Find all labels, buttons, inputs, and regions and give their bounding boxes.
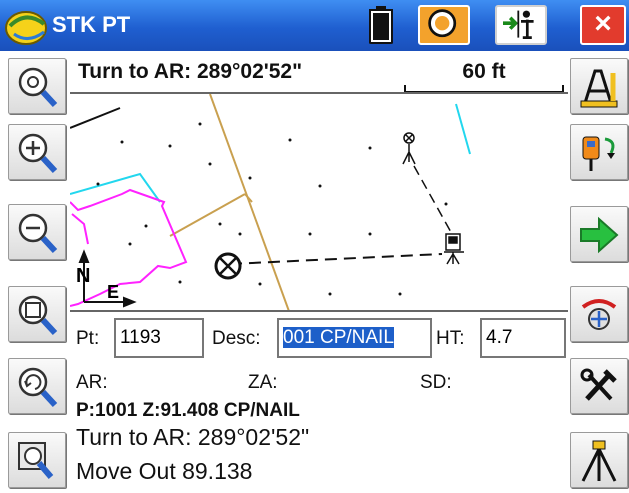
- height-input[interactable]: 4.7: [480, 318, 566, 358]
- map-drawing: [70, 94, 471, 310]
- next-arrow-icon: [580, 216, 619, 254]
- next-point-button[interactable]: [570, 206, 628, 262]
- tools-button[interactable]: [570, 358, 628, 414]
- stakeout-options-icon: [581, 299, 617, 330]
- map-canvas[interactable]: [70, 92, 568, 312]
- point-info-line: P:1001 Z:91.408 CP/NAIL: [76, 400, 300, 421]
- instrument-station-icon: [444, 233, 464, 265]
- zoom-window-icon: [18, 295, 58, 336]
- parcel-line-tan: [209, 94, 290, 310]
- zoom-settings-button[interactable]: [8, 432, 66, 488]
- turn-instruction-line: Turn to AR: 289°02'52": [76, 424, 310, 450]
- zoom-in-icon: [18, 133, 58, 174]
- stake-line: [229, 253, 443, 265]
- linework-black: [70, 107, 121, 129]
- point-number-value: 1193: [120, 327, 161, 348]
- move-instruction-line: Move Out 89.138: [76, 458, 253, 484]
- za-label: ZA:: [248, 372, 278, 393]
- stakeout-options-button[interactable]: [570, 286, 628, 342]
- battery-icon: [369, 6, 393, 44]
- gps-status-button[interactable]: [418, 5, 470, 45]
- backsight-line: [413, 165, 453, 235]
- stake-target-icon: [214, 252, 242, 280]
- height-value: 4.7: [486, 327, 513, 348]
- map-scale-label: 60 ft: [462, 60, 506, 83]
- east-label: E: [107, 282, 120, 302]
- zoom-previous-button[interactable]: [8, 358, 66, 414]
- description-value: 001 CP/NAIL: [283, 327, 394, 348]
- survey-points: [96, 122, 448, 296]
- ar-label: AR:: [76, 372, 108, 393]
- zoom-in-button[interactable]: [8, 124, 66, 180]
- boundary-cyan: [70, 172, 161, 203]
- setup-icon: [503, 10, 534, 39]
- zoom-out-button[interactable]: [8, 204, 66, 260]
- zoom-previous-icon: [18, 367, 58, 408]
- description-input[interactable]: 001 CP/NAIL: [277, 318, 432, 358]
- boundary-cyan-2: [455, 103, 471, 155]
- cad-measure-icon: [580, 69, 618, 108]
- backsight-prism-icon: [402, 132, 416, 165]
- stake-instruction-header: Turn to AR: 289°02'52": [78, 60, 303, 83]
- sd-label: SD:: [420, 372, 452, 393]
- zoom-extents-icon: [18, 67, 58, 108]
- point-label: Pt:: [76, 328, 100, 349]
- north-label: N: [76, 265, 91, 287]
- boundary-magenta: [70, 188, 188, 307]
- tripod-button[interactable]: [570, 432, 628, 488]
- close-button[interactable]: ×: [580, 5, 626, 45]
- satellite-status-icon: [428, 9, 457, 38]
- instrument-setup-icon: [582, 136, 615, 171]
- tripod-icon: [581, 440, 617, 482]
- point-number-input[interactable]: 1193: [114, 318, 204, 358]
- app-logo-icon: [5, 11, 47, 45]
- description-label: Desc:: [212, 328, 261, 349]
- zoom-window-button[interactable]: [8, 286, 66, 342]
- height-label: HT:: [436, 328, 465, 349]
- parcel-line-tan-2: [169, 193, 246, 237]
- cad-measure-button[interactable]: [570, 58, 628, 114]
- instrument-setup-button[interactable]: [495, 5, 547, 45]
- zoom-out-icon: [18, 213, 58, 254]
- tools-icon: [580, 368, 617, 401]
- app-title: STK PT: [52, 12, 131, 37]
- zoom-extents-button[interactable]: [8, 58, 66, 114]
- instrument-setup-side-button[interactable]: [570, 124, 628, 180]
- title-bar: STK PT ×: [0, 0, 629, 51]
- zoom-settings-icon: [18, 442, 54, 479]
